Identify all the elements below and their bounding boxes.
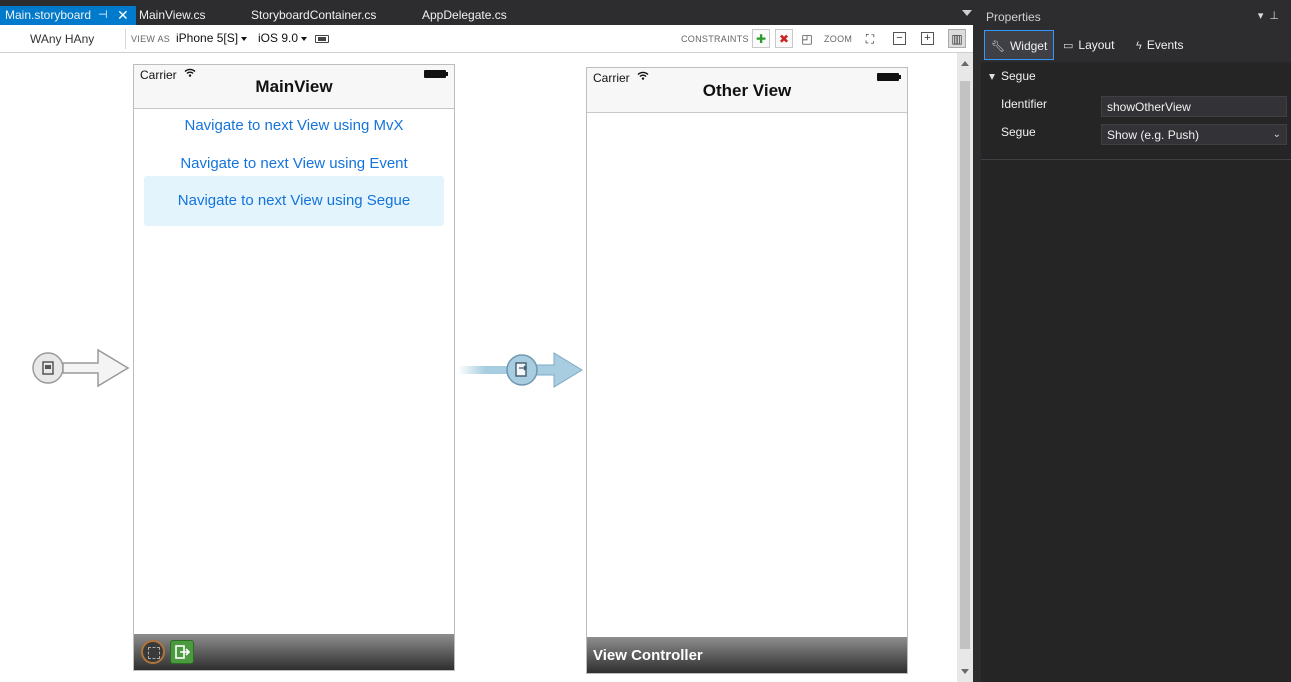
remove-constraints-button[interactable]: ✖ [775, 29, 793, 48]
chevron-down-icon [241, 36, 248, 41]
vertical-scrollbar[interactable] [957, 53, 973, 682]
tab-label: AppDelegate.cs [422, 8, 507, 22]
properties-body: Segue Identifier showOtherView Segue Sho… [981, 62, 1291, 160]
tab-main-storyboard[interactable]: Main.storyboard ⊣ ✕ [0, 6, 136, 25]
nav-title: Other View [702, 81, 792, 100]
properties-empty-area [981, 160, 1291, 682]
collapse-triangle-icon [989, 73, 995, 80]
properties-title: Properties [986, 10, 1041, 24]
identifier-label: Identifier [1001, 97, 1048, 111]
scene-dock [134, 634, 454, 670]
constraints-label: CONSTRAINTS [681, 34, 749, 44]
battery-icon [877, 73, 901, 81]
properties-header: Properties ▾⊥ [981, 0, 1291, 28]
wifi-icon [184, 68, 196, 77]
segue-type-select[interactable]: Show (e.g. Push) ⌄ [1101, 124, 1287, 145]
pin-icon[interactable]: ⊣ [98, 6, 108, 25]
identifier-field[interactable]: showOtherView [1101, 96, 1287, 117]
tab-label: MainView.cs [139, 8, 206, 22]
ios-version-value: iOS 9.0 [258, 31, 299, 45]
bar-chart-icon[interactable]: ▥ [948, 29, 966, 48]
tab-overflow-dropdown-icon[interactable] [962, 10, 972, 16]
zoom-in-button[interactable]: + [921, 32, 934, 45]
tab-events[interactable]: ϟ Events [1130, 30, 1190, 60]
wifi-icon [637, 71, 649, 80]
navigate-segue-button[interactable]: Navigate to next View using Segue [144, 176, 444, 226]
zoom-label: ZOOM [824, 34, 853, 44]
main-view-scene[interactable]: Carrier MainView Navigate to next View u… [133, 64, 455, 671]
nav-title: MainView [255, 77, 333, 96]
tab-mainview-cs[interactable]: MainView.cs [134, 6, 205, 25]
tab-label: Layout [1078, 38, 1115, 52]
document-tab-strip: Main.storyboard ⊣ ✕ MainView.cs Storyboa… [0, 0, 977, 25]
zoom-out-button[interactable]: − [893, 32, 906, 45]
scrollbar-thumb[interactable] [960, 81, 970, 649]
segue-connection-icon[interactable] [458, 349, 584, 391]
size-class-selector[interactable]: WAny HAny [30, 32, 94, 46]
chevron-down-icon [301, 36, 308, 41]
tab-storyboardcontainer-cs[interactable]: StoryboardContainer.cs [246, 6, 376, 25]
device-dropdown[interactable]: iPhone 5[S] [176, 31, 248, 45]
view-controller-label: View Controller [587, 637, 907, 673]
tab-label: Events [1146, 38, 1184, 52]
tab-label: Main.storyboard [5, 8, 92, 22]
panel-splitter[interactable] [973, 0, 981, 682]
designer-toolbar: WAny HAny VIEW AS iPhone 5[S] iOS 9.0 CO… [0, 25, 973, 53]
ruler-icon: ▭ [1063, 40, 1074, 52]
device-orientation-icon[interactable] [315, 35, 329, 43]
properties-tabs: 🔧︎ Widget ▭ Layout ϟ Events [981, 28, 1291, 62]
lightning-icon: ϟ [1136, 40, 1142, 52]
add-constraints-button[interactable]: ✚ [752, 29, 770, 48]
tab-label: StoryboardContainer.cs [251, 8, 377, 22]
storyboard-canvas[interactable]: Carrier MainView Navigate to next View u… [0, 53, 957, 682]
initial-controller-arrow-icon[interactable] [30, 346, 132, 390]
panel-options-icon[interactable]: ▾⊥ [1258, 9, 1285, 22]
chevron-down-icon: ⌄ [1272, 129, 1281, 140]
segue-label: Segue [1001, 125, 1036, 139]
segue-group-header[interactable]: Segue [989, 69, 1036, 83]
wrench-icon: 🔧︎ [991, 41, 1005, 53]
properties-panel: Properties ▾⊥ 🔧︎ Widget ▭ Layout ϟ Events S… [981, 0, 1291, 682]
navigate-event-button[interactable]: Navigate to next View using Event [144, 155, 444, 172]
scroll-up-icon[interactable] [961, 61, 969, 66]
exit-icon[interactable] [170, 640, 194, 664]
first-responder-icon[interactable] [141, 640, 165, 664]
tab-layout[interactable]: ▭ Layout [1057, 30, 1120, 60]
device-value: iPhone 5[S] [176, 31, 239, 45]
tab-appdelegate-cs[interactable]: AppDelegate.cs [417, 6, 507, 25]
group-label: Segue [1001, 69, 1036, 83]
navigate-mvx-button[interactable]: Navigate to next View using MvX [144, 117, 444, 134]
other-view-scene[interactable]: Carrier Other View View Controller [586, 67, 908, 674]
view-as-label: VIEW AS [131, 34, 171, 44]
tab-label: Widget [1009, 39, 1048, 53]
segue-type-value: Show (e.g. Push) [1107, 128, 1200, 142]
tab-widget[interactable]: 🔧︎ Widget [984, 30, 1055, 60]
toolbar-divider [125, 29, 126, 49]
close-icon[interactable]: ✕ [117, 6, 129, 24]
ios-version-dropdown[interactable]: iOS 9.0 [258, 31, 308, 45]
zoom-fit-icon[interactable]: ⛶ [861, 29, 879, 48]
frame-update-button[interactable]: ◰ [798, 29, 816, 48]
scroll-down-icon[interactable] [961, 669, 969, 674]
